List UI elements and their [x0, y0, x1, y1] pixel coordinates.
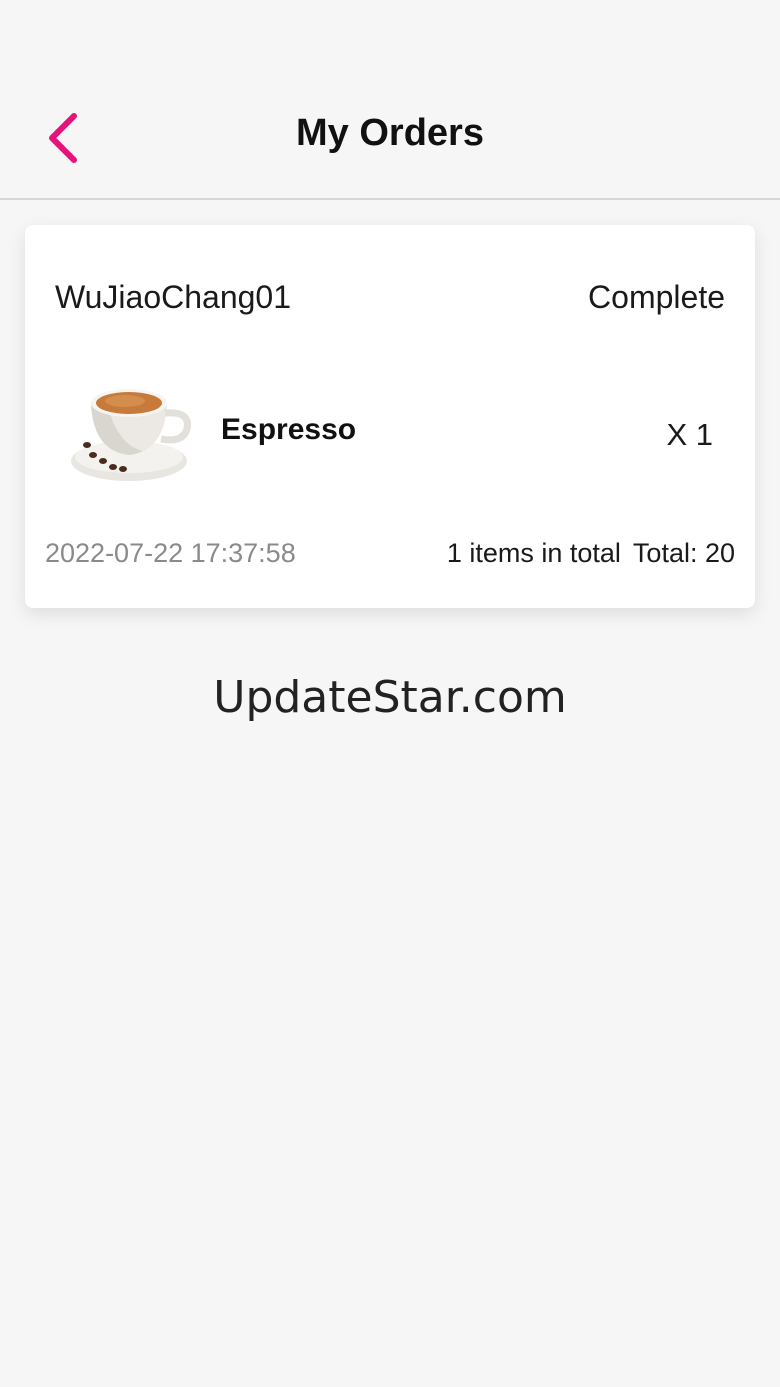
items-count: 1 items in total [446, 538, 621, 568]
espresso-cup-image [67, 373, 203, 491]
page-title: My Orders [296, 112, 484, 154]
order-datetime: 2022-07-22 17:37:58 [45, 538, 296, 568]
order-summary: 1 items in total Total: 20 [447, 538, 735, 569]
store-name: WuJiaoChang01 [55, 279, 292, 315]
order-total: Total: 20 [632, 538, 735, 568]
order-status: Complete [588, 279, 725, 315]
header-bar: My Orders [0, 0, 780, 200]
order-card[interactable]: WuJiaoChang01 Complete Espresso X 1 2022… [25, 225, 755, 608]
product-quantity: X 1 [666, 417, 713, 452]
watermark: UpdateStar.com [213, 672, 567, 723]
product-name: Espresso [221, 413, 357, 446]
